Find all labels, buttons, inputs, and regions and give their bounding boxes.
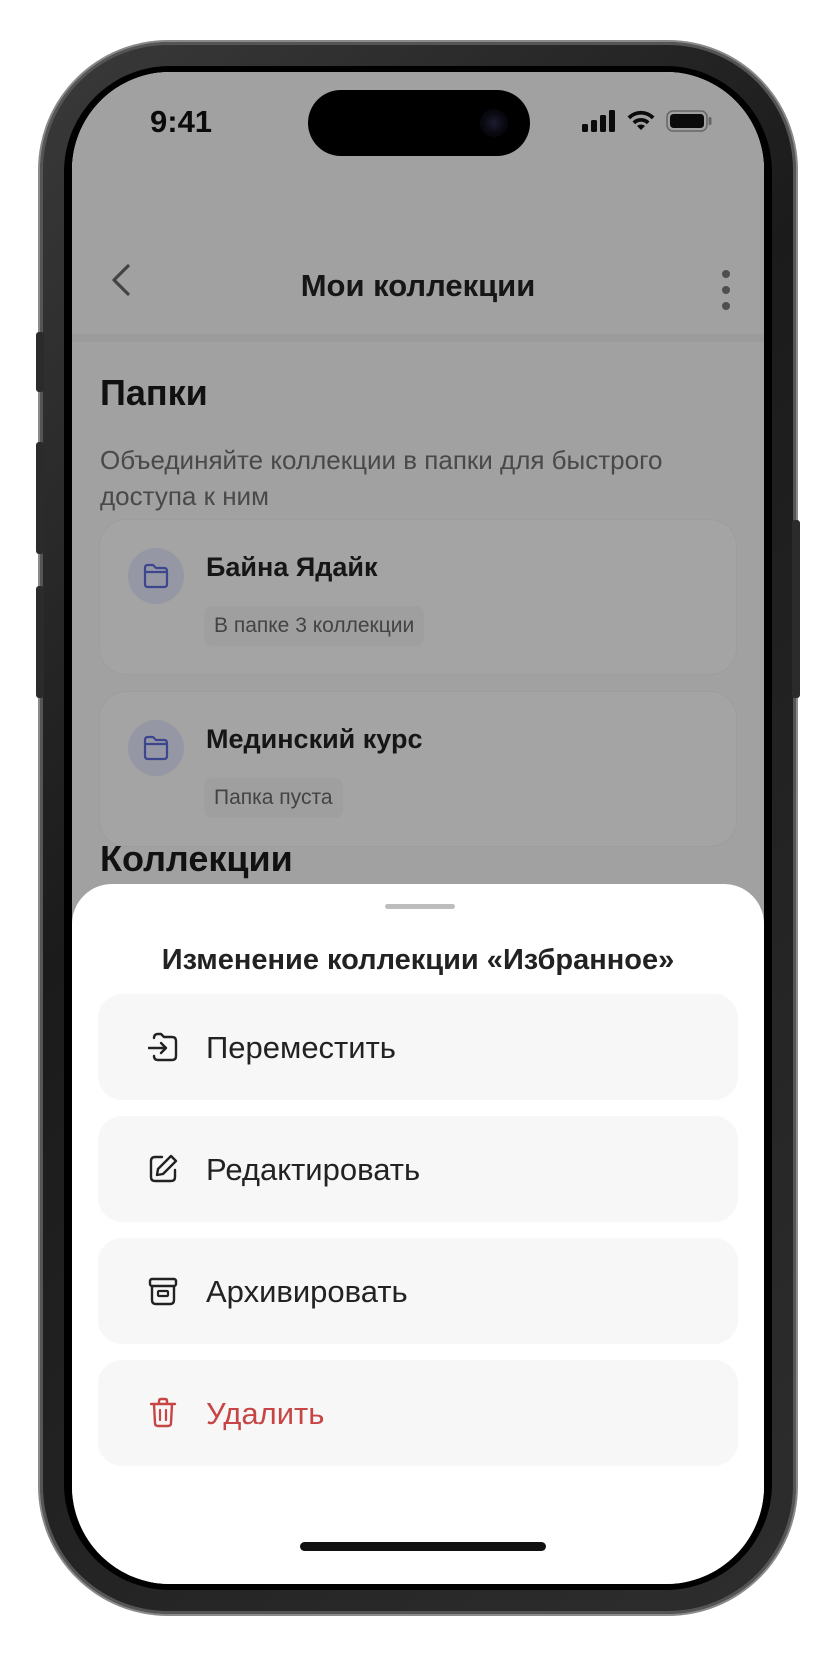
sheet-title: Изменение коллекции «Избранное» [161, 944, 675, 976]
sheet-grabber[interactable] [385, 904, 455, 909]
move-label: Переместить [206, 1030, 396, 1065]
move-to-folder-icon [147, 1032, 178, 1062]
archive-button[interactable]: Архивировать [98, 1238, 738, 1344]
edit-icon [149, 1154, 178, 1183]
power-button [792, 520, 800, 698]
move-button[interactable]: Переместить [98, 994, 738, 1100]
volume-up-button [36, 442, 44, 554]
trash-icon [149, 1397, 177, 1428]
action-button [36, 332, 44, 392]
volume-down-button [36, 586, 44, 698]
edit-label: Редактировать [206, 1152, 421, 1187]
archive-label: Архивировать [206, 1274, 408, 1309]
archive-icon [148, 1277, 178, 1306]
edit-button[interactable]: Редактировать [98, 1116, 738, 1222]
delete-button[interactable]: Удалить [98, 1360, 738, 1466]
bottom-sheet: Изменение коллекции «Избранное» Перемест… [72, 884, 764, 1584]
home-indicator[interactable] [300, 1542, 546, 1551]
delete-label: Удалить [206, 1396, 325, 1431]
screen: 9:41 Мои коллекции Папки Объединяйте кол… [72, 72, 764, 1584]
